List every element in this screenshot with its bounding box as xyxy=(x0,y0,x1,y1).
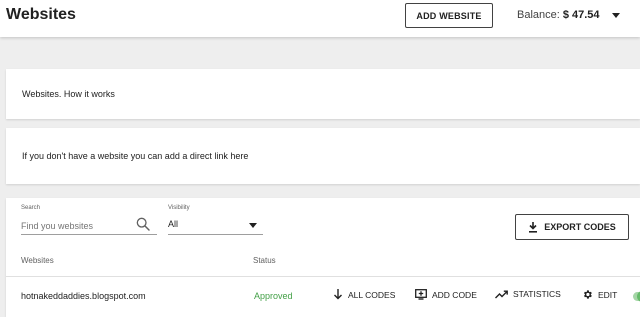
caret-down-icon xyxy=(249,223,257,228)
statistics-label: STATISTICS xyxy=(513,289,561,299)
column-header-websites: Websites xyxy=(21,256,54,265)
add-box-icon xyxy=(415,289,427,300)
divider xyxy=(6,276,640,277)
statistics-button[interactable]: STATISTICS xyxy=(495,289,561,299)
search-label: Search xyxy=(21,205,41,211)
export-codes-button[interactable]: EXPORT CODES xyxy=(515,214,629,240)
gear-icon xyxy=(583,290,592,299)
visibility-select[interactable]: All xyxy=(168,217,263,235)
edit-button[interactable]: EDIT xyxy=(582,289,617,300)
visibility-value: All xyxy=(168,219,179,229)
page-title: Websites xyxy=(6,6,76,23)
direct-link-card[interactable]: If you don't have a website you can add … xyxy=(6,128,640,184)
how-it-works-text: Websites. How it works xyxy=(22,89,115,99)
status-badge: Approved xyxy=(254,291,293,301)
caret-down-icon xyxy=(611,12,620,18)
add-code-label: ADD CODE xyxy=(432,289,477,300)
download-icon xyxy=(529,221,538,233)
balance-label: Balance: xyxy=(517,9,560,21)
balance-amount: $ 47.54 xyxy=(562,9,600,21)
websites-list-card: Search Visibility All EXPORT CODES Websi… xyxy=(6,198,640,317)
edit-label: EDIT xyxy=(598,289,618,300)
enabled-toggle[interactable] xyxy=(633,291,640,302)
arrow-down-icon xyxy=(334,289,342,300)
search-icon[interactable] xyxy=(135,216,151,232)
all-codes-label: ALL CODES xyxy=(348,289,396,300)
add-website-button[interactable]: ADD WEBSITE xyxy=(405,3,493,28)
visibility-label: Visibility xyxy=(168,205,190,211)
add-code-button[interactable]: ADD CODE xyxy=(415,289,477,300)
website-url: hotnakeddaddies.blogspot.com xyxy=(21,291,146,301)
top-bar: Websites ADD WEBSITE Balance: $ 47.54 xyxy=(0,0,640,37)
balance-dropdown[interactable]: Balance: $ 47.54 xyxy=(517,9,620,21)
export-codes-label: EXPORT CODES xyxy=(544,222,616,232)
trending-up-icon xyxy=(495,290,508,298)
direct-link-text: If you don't have a website you can add … xyxy=(22,151,249,161)
column-header-status: Status xyxy=(253,256,276,265)
all-codes-button[interactable]: ALL CODES xyxy=(333,289,395,300)
how-it-works-card[interactable]: Websites. How it works xyxy=(6,69,640,119)
